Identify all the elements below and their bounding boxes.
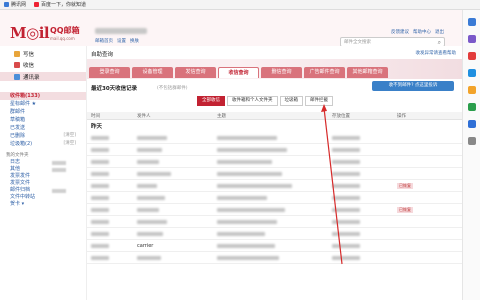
clear-spam-link[interactable]: [清空] xyxy=(63,140,76,148)
date-group-label: 昨天 xyxy=(91,124,103,130)
complain-button[interactable]: 收不到邮件? 点这里投诉 xyxy=(372,81,454,91)
pencil-icon xyxy=(14,51,20,57)
office-icon[interactable] xyxy=(467,86,476,94)
contacts-button[interactable]: 通讯录 xyxy=(0,72,86,81)
tree-icon[interactable] xyxy=(467,103,476,111)
tencent-icon xyxy=(4,2,9,7)
quick-actions: 写信 收信 通讯录 xyxy=(0,46,86,90)
table-row[interactable]: 已恢复 xyxy=(87,180,462,192)
receive-mail-button[interactable]: 收信 xyxy=(14,61,86,69)
table-row[interactable] xyxy=(87,156,462,168)
subfolder-item[interactable]: 邮件归档 xyxy=(10,187,86,194)
query-tabs: 登录查询 设备管理 发信查询 收信查询 删信查询 广告邮件查询 其他邮箱查询 xyxy=(89,67,388,78)
link-settings[interactable]: 设置 xyxy=(117,38,126,44)
inbox-icon xyxy=(14,62,20,68)
contacts-icon xyxy=(14,73,20,80)
write-mail-button[interactable]: 写信 xyxy=(14,50,86,58)
link-help[interactable]: 帮助中心 xyxy=(413,29,431,35)
restored-tag: 已恢复 xyxy=(397,207,413,213)
folder-list: 收件箱(133) 星标邮件 ★ 群邮件 草稿箱 已发送 已删除 [清空] 垃圾箱(… xyxy=(0,90,86,148)
link-skin[interactable]: 换肤 xyxy=(130,38,139,44)
tab-devices[interactable]: 设备管理 xyxy=(132,67,173,78)
filter-inbox-personal[interactable]: 收件箱和个人文件夹 xyxy=(227,96,278,106)
col-action: 操作 xyxy=(397,114,406,119)
table-row[interactable]: 已恢复 xyxy=(87,204,462,216)
clear-deleted-link[interactable]: [清空] xyxy=(63,132,76,140)
table-row[interactable] xyxy=(87,144,462,156)
extension-icon[interactable] xyxy=(467,52,476,60)
filter-spam[interactable]: 垃圾箱 xyxy=(279,96,303,106)
bookmark-icon[interactable] xyxy=(467,35,476,43)
plus-icon[interactable] xyxy=(467,137,476,145)
tab-sent[interactable]: 发信查询 xyxy=(175,67,216,78)
baidu-icon xyxy=(34,2,40,7)
content-area: 自助查询 收发异常请查看帮助 登录查询 设备管理 发信查询 收信查询 删信查询 … xyxy=(87,46,462,300)
table-header: 时间 发件人 主题 存放位置 操作 xyxy=(87,112,462,120)
subfolder-item[interactable]: 文件中转站 xyxy=(10,194,86,201)
folder-group[interactable]: 群邮件 xyxy=(10,108,86,116)
subfolder-item[interactable]: 其他 xyxy=(10,166,86,173)
filter-blocked[interactable]: 邮件拦截 xyxy=(305,96,333,106)
table-row[interactable] xyxy=(87,192,462,204)
bookmark-tencent[interactable]: 腾讯网 xyxy=(4,1,26,8)
tab-login[interactable]: 登录查询 xyxy=(89,67,130,78)
my-folders-heading[interactable]: 我的文件夹 xyxy=(0,152,86,159)
left-nav: 写信 收信 通讯录 收件箱(133) 星标邮件 ★ 群邮件 草稿箱 已发送 已删… xyxy=(0,46,87,300)
col-sender: 发件人 xyxy=(137,114,151,119)
col-location: 存放位置 xyxy=(332,114,350,119)
folder-sent[interactable]: 已发送 xyxy=(10,124,86,132)
translate-icon[interactable] xyxy=(467,69,476,77)
logo-subtitle: QQ邮箱 xyxy=(50,26,80,35)
folder-inbox[interactable]: 收件箱(133) xyxy=(0,92,86,100)
link-feedback[interactable]: 反馈建议 xyxy=(391,29,409,35)
table-row[interactable] xyxy=(87,228,462,240)
tab-other[interactable]: 其他邮箱查询 xyxy=(347,67,388,78)
logo-url: mail.qq.com xyxy=(50,36,75,41)
folder-deleted[interactable]: 已删除 [清空] xyxy=(10,132,86,140)
section-hint: (不包括群邮件) xyxy=(157,86,188,91)
folder-drafts[interactable]: 草稿箱 xyxy=(10,116,86,124)
section-title: 最近30天收信记录 xyxy=(91,86,138,92)
bookmark-baidu[interactable]: 百度一下，你就知道 xyxy=(34,1,86,8)
search-icon[interactable]: ⌕ xyxy=(438,39,441,46)
folder-spam[interactable]: 垃圾箱(2) [清空] xyxy=(10,140,86,148)
table-row[interactable]: carrier xyxy=(87,240,462,252)
filter-buttons: 全部收信 收件箱和个人文件夹 垃圾箱 邮件拦截 xyxy=(197,96,333,106)
col-subject: 主题 xyxy=(217,114,226,119)
link-mail-home[interactable]: 邮箱首页 xyxy=(95,38,113,44)
outlook-icon[interactable] xyxy=(467,120,476,128)
table-row[interactable] xyxy=(87,168,462,180)
received-mail-list: 已恢复 已恢复 carrier xyxy=(87,132,462,264)
mail-header: M◎il QQ邮箱 mail.qq.com 邮箱首页 设置 换肤 反馈建议 帮助… xyxy=(0,10,462,47)
filter-all[interactable]: 全部收信 xyxy=(197,96,225,106)
my-folders-list: 日志 其他 发票发件 发票文件 邮件归档 文件中转站 贺卡 ▾ xyxy=(0,159,86,208)
bookmarks-bar: 腾讯网 百度一下，你就知道 xyxy=(0,0,480,10)
subfolder-item[interactable]: 发票文件 xyxy=(10,180,86,187)
subfolder-item[interactable]: 发票发件 xyxy=(10,173,86,180)
restored-tag: 已恢复 xyxy=(397,183,413,189)
subfolder-item[interactable]: 日志 xyxy=(10,159,86,166)
page-title: 自助查询 xyxy=(91,52,114,58)
folder-starred[interactable]: 星标邮件 ★ xyxy=(10,100,86,108)
link-logout[interactable]: 退出 xyxy=(435,29,444,35)
tab-ads[interactable]: 广告邮件查询 xyxy=(304,67,345,78)
tab-deleted[interactable]: 删信查询 xyxy=(261,67,302,78)
table-row[interactable] xyxy=(87,216,462,228)
top-links: 反馈建议 帮助中心 退出 xyxy=(391,29,444,35)
tab-received[interactable]: 收信查询 xyxy=(218,67,259,78)
user-links: 邮箱首页 设置 换肤 xyxy=(95,38,139,44)
sender-name: carrier xyxy=(137,243,154,249)
subfolder-item[interactable]: 贺卡 ▾ xyxy=(10,201,86,208)
help-link[interactable]: 收发异常请查看帮助 xyxy=(416,50,457,56)
browser-sidebar xyxy=(462,10,480,300)
table-row[interactable] xyxy=(87,132,462,144)
table-row[interactable] xyxy=(87,252,462,264)
qq-mail-logo[interactable]: M◎il xyxy=(10,24,50,42)
col-time: 时间 xyxy=(91,114,100,119)
user-account-blurred xyxy=(95,28,147,34)
search-icon[interactable] xyxy=(467,18,476,26)
